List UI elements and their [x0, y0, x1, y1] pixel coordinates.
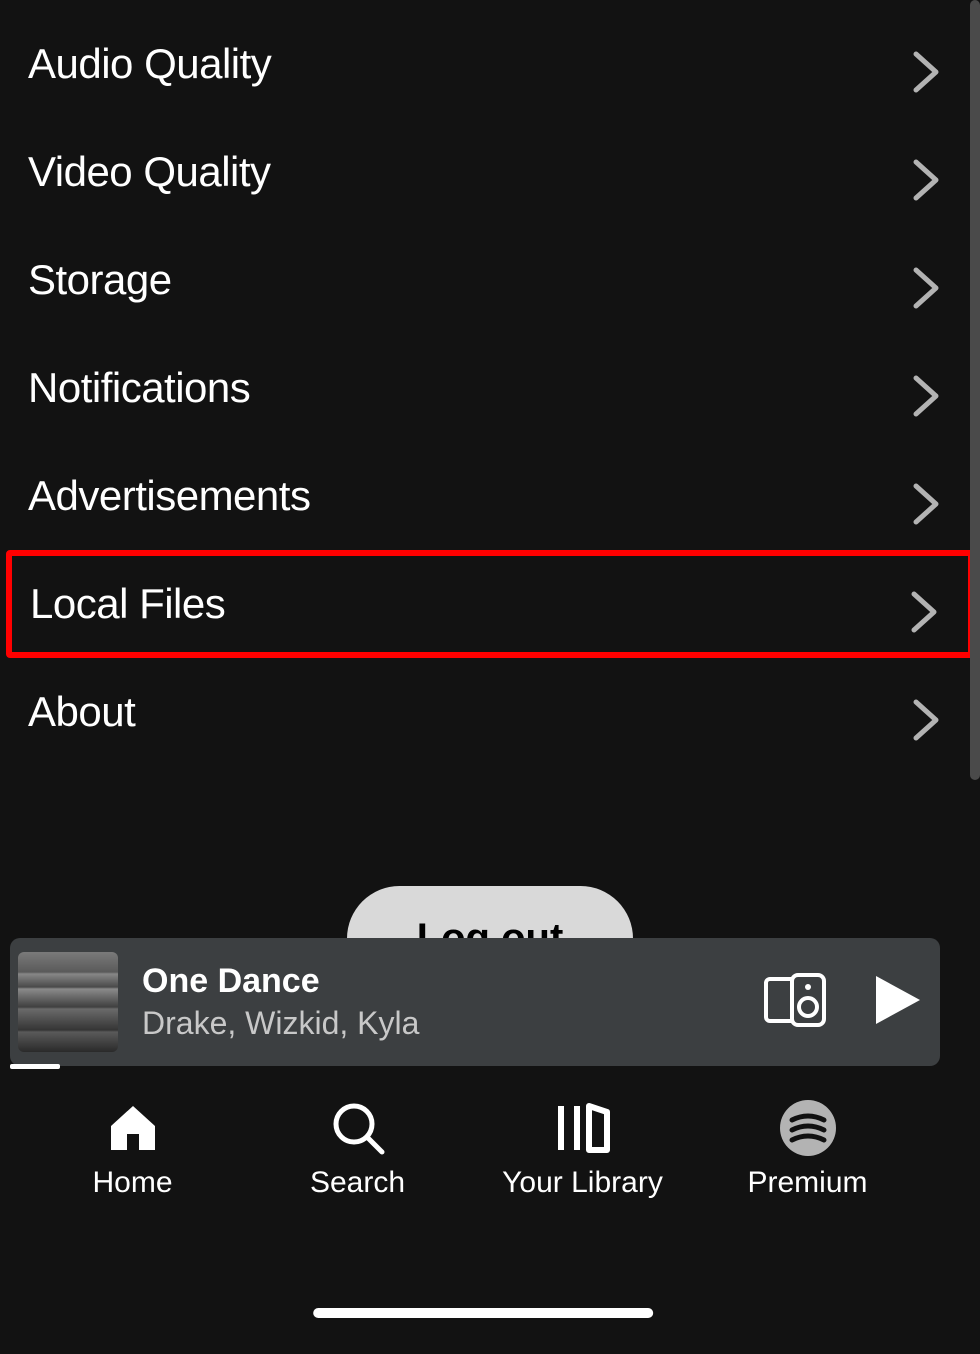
nav-premium[interactable]: Premium: [718, 1100, 898, 1200]
nav-your-library[interactable]: Your Library: [493, 1100, 673, 1200]
nav-search[interactable]: Search: [268, 1100, 448, 1200]
devices-icon[interactable]: [764, 973, 828, 1032]
chevron-right-icon: [910, 590, 938, 618]
settings-item-label: Storage: [28, 256, 172, 304]
settings-item-about[interactable]: About: [0, 658, 980, 766]
nav-home[interactable]: Home: [43, 1100, 223, 1200]
settings-item-storage[interactable]: Storage: [0, 226, 980, 334]
settings-item-label: Notifications: [28, 364, 250, 412]
settings-item-audio-quality[interactable]: Audio Quality: [0, 10, 980, 118]
settings-list: Audio Quality Video Quality Storage Notific…: [0, 0, 980, 766]
settings-item-label: Advertisements: [28, 472, 310, 520]
your-library-icon: [555, 1100, 611, 1156]
settings-item-label: Video Quality: [28, 148, 271, 196]
playback-progress: [10, 1064, 60, 1069]
track-title: One Dance: [142, 962, 764, 1001]
nav-label: Search: [310, 1166, 405, 1200]
settings-item-label: Local Files: [30, 580, 225, 628]
play-icon[interactable]: [876, 976, 920, 1029]
nav-label: Your Library: [502, 1166, 663, 1200]
home-indicator[interactable]: [313, 1308, 653, 1318]
chevron-right-icon: [912, 158, 940, 186]
settings-item-advertisements[interactable]: Advertisements: [0, 442, 980, 550]
settings-item-local-files[interactable]: Local Files: [6, 550, 974, 658]
chevron-right-icon: [912, 698, 940, 726]
settings-item-label: Audio Quality: [28, 40, 271, 88]
album-art: [18, 952, 118, 1052]
nav-label: Premium: [747, 1166, 867, 1200]
chevron-right-icon: [912, 482, 940, 510]
chevron-right-icon: [912, 266, 940, 294]
scrollbar[interactable]: [970, 0, 980, 780]
track-info: One Dance Drake, Wizkid, Kyla: [142, 962, 764, 1042]
now-playing-bar[interactable]: One Dance Drake, Wizkid, Kyla: [10, 938, 940, 1066]
track-artist: Drake, Wizkid, Kyla: [142, 1005, 764, 1042]
chevron-right-icon: [912, 374, 940, 402]
search-icon: [330, 1100, 386, 1156]
nav-label: Home: [92, 1166, 172, 1200]
settings-item-video-quality[interactable]: Video Quality: [0, 118, 980, 226]
now-playing-controls: [764, 973, 920, 1032]
home-icon: [107, 1100, 159, 1156]
chevron-right-icon: [912, 50, 940, 78]
premium-icon: [780, 1100, 836, 1156]
settings-item-notifications[interactable]: Notifications: [0, 334, 980, 442]
settings-item-label: About: [28, 688, 135, 736]
bottom-nav: Home Search Your Library Premium: [0, 1090, 940, 1200]
